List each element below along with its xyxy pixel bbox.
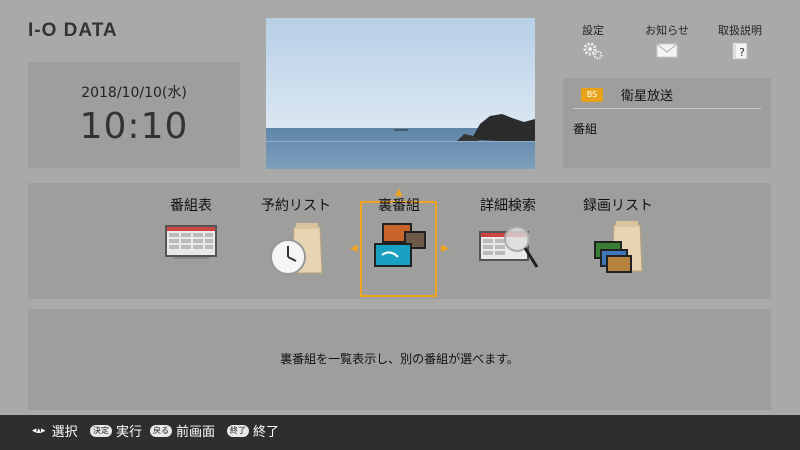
clock-bag-icon (270, 223, 323, 275)
channel-info-panel: BS 衛星放送 番組 (563, 78, 771, 168)
current-time: 10:10 (79, 106, 189, 147)
menu-item-label: 裏番組 (378, 198, 420, 214)
magnifier-icon (479, 226, 539, 268)
footer-hint-label: 実行 (116, 425, 143, 440)
footer-hint-label: 前画面 (176, 425, 216, 440)
footer-hint-label: 選択 (51, 425, 78, 440)
news-button[interactable]: お知らせ (637, 22, 697, 58)
menu-item-recording-list[interactable]: 録画リスト (573, 195, 663, 275)
divider (573, 108, 761, 109)
back-key-icon: 戻る (150, 424, 172, 437)
recordings-bag-icon (594, 221, 643, 273)
brand-logo: I-O DATA (28, 20, 118, 41)
menu-item-label: 詳細検索 (480, 198, 536, 214)
gear-icon (583, 42, 603, 60)
main-menu: ▲ ◀ ▶ 番組表 予約リスト 裏番組 詳細検索 録画リスト (28, 183, 771, 299)
photos-icon (374, 223, 426, 267)
footer-hint-label: 終了 (253, 425, 280, 440)
menu-item-label: 予約リスト (261, 198, 331, 214)
current-date: 2018/10/10(水) (81, 85, 187, 101)
description-panel: 裏番組を一覧表示し、別の番組が選べます。 (28, 309, 771, 410)
news-label: お知らせ (645, 24, 689, 37)
footer-back-hint: 戻る 前画面 (150, 421, 215, 440)
settings-button[interactable]: 設定 (563, 22, 623, 60)
footer-exit-hint: 終了 終了 (227, 421, 279, 440)
svg-text:?: ? (739, 46, 745, 59)
footer-select-hint: ◂▴▸ 選択 (32, 421, 78, 440)
program-name: 番組 (573, 122, 598, 136)
menu-description: 裏番組を一覧表示し、別の番組が選べます。 (280, 352, 519, 366)
clock-panel: 2018/10/10(水) 10:10 (28, 62, 240, 168)
manual-button[interactable]: 取扱説明 ? (710, 22, 770, 60)
manual-label: 取扱説明 (718, 24, 762, 37)
footer-execute-hint: 決定 実行 (90, 421, 142, 440)
tv-preview (266, 18, 535, 169)
enter-key-icon: 決定 (90, 424, 112, 437)
envelope-icon (656, 43, 678, 58)
dpad-icon: ◂▴▸ (32, 425, 46, 436)
menu-item-detailed-search[interactable]: 詳細検索 (463, 195, 553, 271)
menu-item-program-guide[interactable]: 番組表 (146, 195, 236, 261)
program-guide-icon (165, 225, 217, 259)
footer-bar: ◂▴▸ 選択 決定 実行 戻る 前画面 終了 終了 (0, 415, 800, 450)
menu-item-label: 番組表 (170, 198, 212, 214)
menu-item-reservation-list[interactable]: 予約リスト (251, 195, 341, 277)
channel-name: 衛星放送 (621, 89, 674, 104)
settings-label: 設定 (582, 24, 604, 37)
help-book-icon: ? (732, 42, 748, 60)
exit-key-icon: 終了 (227, 424, 249, 437)
seascape-preview-image (266, 18, 535, 169)
broadcast-badge: BS (581, 88, 603, 102)
menu-item-other-programs[interactable]: 裏番組 (354, 195, 444, 271)
menu-item-label: 録画リスト (583, 198, 653, 214)
